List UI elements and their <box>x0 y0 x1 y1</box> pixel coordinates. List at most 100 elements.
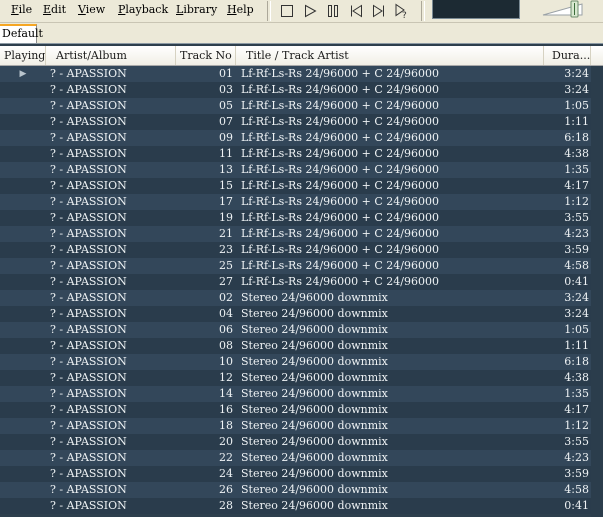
table-row[interactable]: ? - APASSION 21 Lf-Rf-Ls-Rs 24/96000 + C 2… <box>0 226 603 242</box>
pause-icon[interactable] <box>324 2 342 19</box>
track-number-cell: 11 <box>219 147 233 160</box>
artist-cell: ? - APASSION <box>50 259 127 272</box>
track-number-cell: 01 <box>219 67 233 80</box>
table-row[interactable]: ? - APASSION 16 Stereo 24/96000 downmix 4:1… <box>0 402 603 418</box>
title-cell: Lf-Rf-Ls-Rs 24/96000 + C 24/96000 <box>241 243 439 256</box>
playlist[interactable]: ▶ ? - APASSION 01 Lf-Rf-Ls-Rs 24/96000 + C … <box>0 66 603 517</box>
column-header-artist[interactable]: Artist/Album <box>46 46 176 65</box>
table-row[interactable]: ? - APASSION 22 Stereo 24/96000 downmix 4:2… <box>0 450 603 466</box>
table-row[interactable]: ? - APASSION 27 Lf-Rf-Ls-Rs 24/96000 + C 2… <box>0 274 603 290</box>
artist-cell: ? - APASSION <box>50 163 127 176</box>
table-row[interactable]: ? - APASSION 08 Stereo 24/96000 downmix 1:1… <box>0 338 603 354</box>
table-row[interactable]: ? - APASSION 24 Stereo 24/96000 downmix 3:5… <box>0 466 603 482</box>
menu-view[interactable]: View <box>78 3 105 17</box>
menu-file[interactable]: File <box>11 3 32 17</box>
table-row[interactable]: ▶ ? - APASSION 01 Lf-Rf-Ls-Rs 24/96000 + C … <box>0 66 603 82</box>
playing-indicator <box>0 162 46 178</box>
title-cell: Stereo 24/96000 downmix <box>241 451 388 464</box>
table-row[interactable]: ? - APASSION 14 Stereo 24/96000 downmix 1:3… <box>0 386 603 402</box>
duration-cell: 3:55 <box>564 211 589 224</box>
playing-indicator <box>0 306 46 322</box>
playing-indicator <box>0 242 46 258</box>
track-number-cell: 17 <box>219 195 233 208</box>
table-row[interactable]: ? - APASSION 15 Lf-Rf-Ls-Rs 24/96000 + C 2… <box>0 178 603 194</box>
table-row[interactable]: ? - APASSION 28 Stereo 24/96000 downmix 0:4… <box>0 498 603 514</box>
duration-cell: 4:17 <box>564 179 589 192</box>
track-number-cell: 25 <box>219 259 233 272</box>
track-number-cell: 13 <box>219 163 233 176</box>
title-cell: Stereo 24/96000 downmix <box>241 323 388 336</box>
table-row[interactable]: ? - APASSION 02 Stereo 24/96000 downmix 3:2… <box>0 290 603 306</box>
playing-indicator <box>0 450 46 466</box>
artist-cell: ? - APASSION <box>50 387 127 400</box>
table-row[interactable]: ? - APASSION 11 Lf-Rf-Ls-Rs 24/96000 + C 2… <box>0 146 603 162</box>
table-row[interactable]: ? - APASSION 13 Lf-Rf-Ls-Rs 24/96000 + C 2… <box>0 162 603 178</box>
table-row[interactable]: ? - APASSION 20 Stereo 24/96000 downmix 3:5… <box>0 434 603 450</box>
artist-cell: ? - APASSION <box>50 131 127 144</box>
table-row[interactable]: ? - APASSION 17 Lf-Rf-Ls-Rs 24/96000 + C 2… <box>0 194 603 210</box>
stop-icon[interactable] <box>278 2 296 19</box>
track-number-cell: 16 <box>219 403 233 416</box>
table-row[interactable]: ? - APASSION 03 Lf-Rf-Ls-Rs 24/96000 + C 2… <box>0 82 603 98</box>
table-row[interactable]: ? - APASSION 06 Stereo 24/96000 downmix 1:0… <box>0 322 603 338</box>
volume-slider[interactable] <box>540 0 588 20</box>
table-row[interactable]: ? - APASSION 12 Stereo 24/96000 downmix 4:3… <box>0 370 603 386</box>
title-cell: Stereo 24/96000 downmix <box>241 467 388 480</box>
title-cell: Lf-Rf-Ls-Rs 24/96000 + C 24/96000 <box>241 67 439 80</box>
table-row[interactable]: ? - APASSION 19 Lf-Rf-Ls-Rs 24/96000 + C 2… <box>0 210 603 226</box>
playing-indicator <box>0 418 46 434</box>
table-row[interactable]: ? - APASSION 07 Lf-Rf-Ls-Rs 24/96000 + C 2… <box>0 114 603 130</box>
column-header-playing[interactable]: Playing <box>0 46 46 65</box>
title-cell: Lf-Rf-Ls-Rs 24/96000 + C 24/96000 <box>241 115 439 128</box>
artist-cell: ? - APASSION <box>50 355 127 368</box>
playing-indicator <box>0 274 46 290</box>
track-number-cell: 12 <box>219 371 233 384</box>
title-cell: Stereo 24/96000 downmix <box>241 483 388 496</box>
table-row[interactable]: ? - APASSION 26 Stereo 24/96000 downmix 4:5… <box>0 482 603 498</box>
table-row[interactable]: ? - APASSION 18 Stereo 24/96000 downmix 1:1… <box>0 418 603 434</box>
next-icon[interactable] <box>370 2 388 19</box>
previous-icon[interactable] <box>347 2 365 19</box>
artist-cell: ? - APASSION <box>50 115 127 128</box>
title-cell: Lf-Rf-Ls-Rs 24/96000 + C 24/96000 <box>241 83 439 96</box>
duration-cell: 1:11 <box>564 339 589 352</box>
duration-cell: 4:38 <box>564 147 589 160</box>
table-row[interactable]: ? - APASSION 09 Lf-Rf-Ls-Rs 24/96000 + C 2… <box>0 130 603 146</box>
playing-indicator <box>0 98 46 114</box>
playing-indicator <box>0 290 46 306</box>
column-header-title[interactable]: Title / Track Artist <box>236 46 544 65</box>
playing-indicator <box>0 114 46 130</box>
title-cell: Lf-Rf-Ls-Rs 24/96000 + C 24/96000 <box>241 259 439 272</box>
artist-cell: ? - APASSION <box>50 371 127 384</box>
playing-indicator <box>0 386 46 402</box>
track-number-cell: 19 <box>219 211 233 224</box>
duration-cell: 1:35 <box>564 387 589 400</box>
track-number-cell: 24 <box>219 467 233 480</box>
random-icon[interactable]: ? <box>393 2 411 19</box>
title-cell: Stereo 24/96000 downmix <box>241 435 388 448</box>
playing-indicator <box>0 354 46 370</box>
duration-cell: 1:35 <box>564 163 589 176</box>
duration-cell: 1:12 <box>564 419 589 432</box>
table-row[interactable]: ? - APASSION 25 Lf-Rf-Ls-Rs 24/96000 + C 2… <box>0 258 603 274</box>
table-row[interactable]: ? - APASSION 05 Lf-Rf-Ls-Rs 24/96000 + C 2… <box>0 98 603 114</box>
menu-library[interactable]: Library <box>176 3 217 17</box>
title-cell: Lf-Rf-Ls-Rs 24/96000 + C 24/96000 <box>241 211 439 224</box>
menu-help[interactable]: Help <box>227 3 254 17</box>
menu-edit[interactable]: Edit <box>43 3 66 17</box>
title-cell: Lf-Rf-Ls-Rs 24/96000 + C 24/96000 <box>241 195 439 208</box>
play-icon[interactable] <box>301 2 319 19</box>
table-row[interactable]: ? - APASSION 04 Stereo 24/96000 downmix 3:2… <box>0 306 603 322</box>
vertical-scrollbar[interactable] <box>591 66 603 517</box>
track-number-cell: 06 <box>219 323 233 336</box>
menu-playback[interactable]: Playback <box>118 3 168 17</box>
table-row[interactable]: ? - APASSION 10 Stereo 24/96000 downmix 6:1… <box>0 354 603 370</box>
table-row[interactable]: ? - APASSION 23 Lf-Rf-Ls-Rs 24/96000 + C 2… <box>0 242 603 258</box>
duration-cell: 3:24 <box>564 67 589 80</box>
title-cell: Stereo 24/96000 downmix <box>241 371 388 384</box>
tab-default[interactable]: Default <box>0 24 43 43</box>
title-cell: Lf-Rf-Ls-Rs 24/96000 + C 24/96000 <box>241 147 439 160</box>
column-header-track[interactable]: Track No <box>176 46 236 65</box>
playing-indicator <box>0 226 46 242</box>
column-header-duration[interactable]: Dura... <box>544 46 591 65</box>
